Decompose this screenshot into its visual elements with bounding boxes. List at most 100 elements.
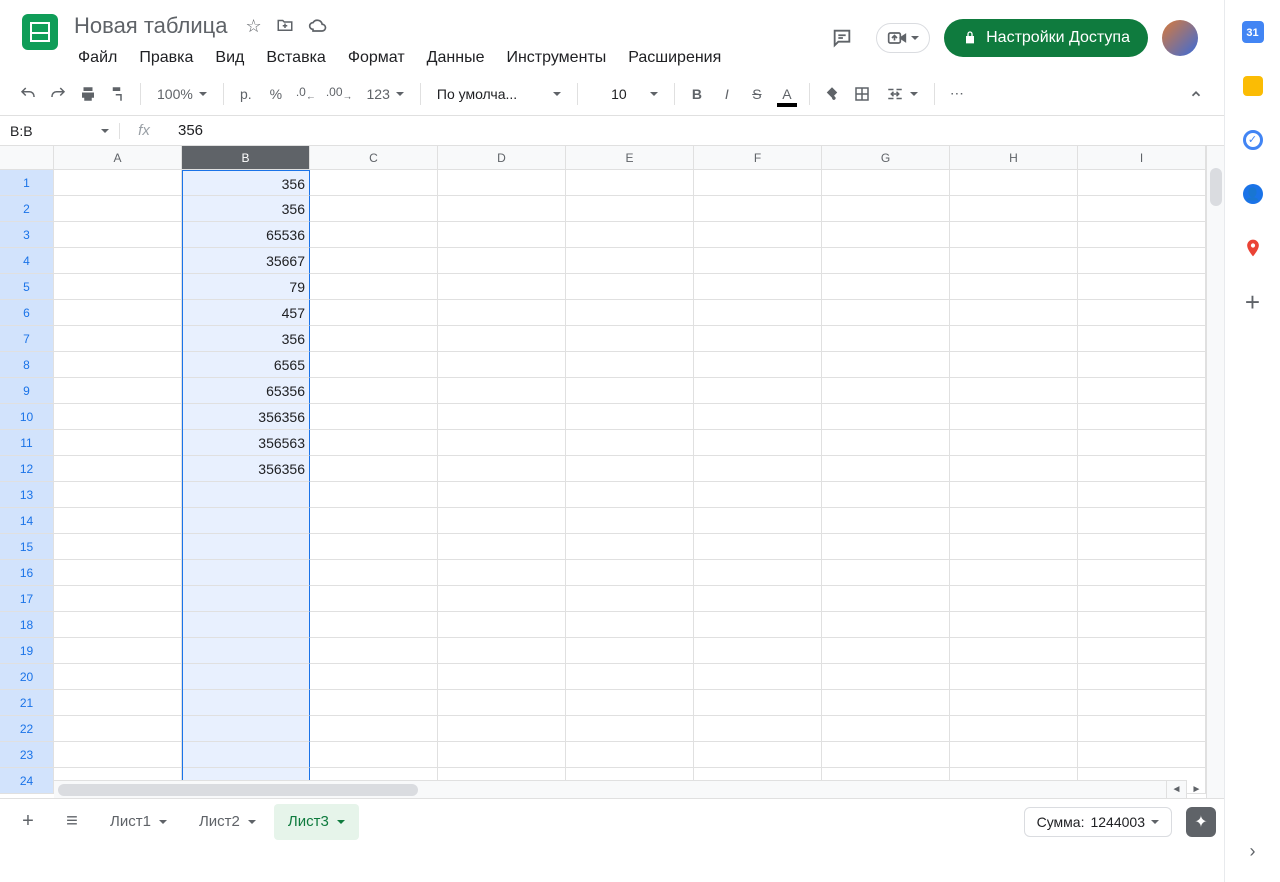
cell[interactable]: [566, 742, 694, 768]
row-header[interactable]: 4: [0, 248, 54, 274]
cell[interactable]: [566, 274, 694, 300]
cell[interactable]: [822, 170, 950, 196]
menu-insert[interactable]: Вставка: [256, 45, 335, 71]
cell[interactable]: [566, 196, 694, 222]
row-header[interactable]: 13: [0, 482, 54, 508]
cell[interactable]: [310, 690, 438, 716]
cell[interactable]: [182, 534, 310, 560]
font-size-dropdown[interactable]: 10: [586, 79, 666, 109]
all-sheets-button[interactable]: ≡: [52, 804, 92, 840]
cell[interactable]: [54, 716, 182, 742]
cell[interactable]: [310, 742, 438, 768]
cell[interactable]: [310, 378, 438, 404]
cell[interactable]: [566, 326, 694, 352]
cell[interactable]: [182, 742, 310, 768]
cell[interactable]: [54, 742, 182, 768]
cell[interactable]: [54, 612, 182, 638]
cell[interactable]: [438, 586, 566, 612]
cell[interactable]: [54, 560, 182, 586]
cell[interactable]: [950, 508, 1078, 534]
hide-side-panel-button[interactable]: ›: [1250, 841, 1256, 862]
cell[interactable]: [566, 404, 694, 430]
cell[interactable]: [950, 170, 1078, 196]
name-box[interactable]: B:B: [0, 123, 120, 139]
menu-edit[interactable]: Правка: [129, 45, 203, 71]
cell[interactable]: 356356: [182, 404, 310, 430]
cell[interactable]: [1078, 326, 1206, 352]
row-header[interactable]: 23: [0, 742, 54, 768]
share-button[interactable]: Настройки Доступа: [944, 19, 1148, 57]
cell[interactable]: [694, 586, 822, 612]
sheet-tab[interactable]: Лист1: [96, 804, 181, 840]
cell[interactable]: [1078, 716, 1206, 742]
cell[interactable]: [1078, 742, 1206, 768]
cell[interactable]: [54, 326, 182, 352]
cell[interactable]: [54, 456, 182, 482]
cell[interactable]: [950, 326, 1078, 352]
chevron-down-icon[interactable]: [159, 820, 167, 828]
merge-cells-button[interactable]: [878, 79, 926, 109]
row-header[interactable]: 1: [0, 170, 54, 196]
cell[interactable]: [950, 742, 1078, 768]
cell[interactable]: [54, 222, 182, 248]
cell[interactable]: 356: [182, 170, 310, 196]
cell[interactable]: [694, 326, 822, 352]
cell[interactable]: 79: [182, 274, 310, 300]
cell[interactable]: [950, 352, 1078, 378]
cell[interactable]: [950, 560, 1078, 586]
row-header[interactable]: 8: [0, 352, 54, 378]
cell[interactable]: [54, 378, 182, 404]
cell[interactable]: 65536: [182, 222, 310, 248]
cell[interactable]: [822, 404, 950, 430]
cell[interactable]: [438, 404, 566, 430]
redo-button[interactable]: [44, 79, 72, 109]
cell[interactable]: [310, 560, 438, 586]
cell[interactable]: [310, 664, 438, 690]
row-header[interactable]: 7: [0, 326, 54, 352]
row-header[interactable]: 9: [0, 378, 54, 404]
cell[interactable]: [694, 742, 822, 768]
cell[interactable]: [950, 222, 1078, 248]
cell[interactable]: [438, 170, 566, 196]
cell[interactable]: [54, 196, 182, 222]
paint-format-button[interactable]: [104, 79, 132, 109]
row-header[interactable]: 24: [0, 768, 54, 794]
menu-format[interactable]: Формат: [338, 45, 415, 71]
cell[interactable]: [1078, 404, 1206, 430]
cell[interactable]: [438, 508, 566, 534]
cell[interactable]: [438, 352, 566, 378]
maps-icon[interactable]: [1241, 236, 1265, 260]
cell[interactable]: [566, 638, 694, 664]
cell[interactable]: 356: [182, 196, 310, 222]
comments-button[interactable]: [822, 18, 862, 58]
cell[interactable]: [1078, 248, 1206, 274]
menu-tools[interactable]: Инструменты: [496, 45, 616, 71]
sheet-tab[interactable]: Лист3: [274, 804, 359, 840]
vertical-scrollbar[interactable]: [1206, 146, 1224, 798]
cell[interactable]: [566, 586, 694, 612]
borders-button[interactable]: [848, 79, 876, 109]
cell[interactable]: [566, 300, 694, 326]
print-button[interactable]: [74, 79, 102, 109]
cell[interactable]: [54, 170, 182, 196]
cell[interactable]: [566, 248, 694, 274]
cell[interactable]: [54, 430, 182, 456]
bold-button[interactable]: B: [683, 79, 711, 109]
cell[interactable]: [1078, 612, 1206, 638]
zoom-dropdown[interactable]: 100%: [149, 79, 215, 109]
cell[interactable]: [694, 560, 822, 586]
cell[interactable]: [1078, 560, 1206, 586]
cell[interactable]: [822, 534, 950, 560]
cell[interactable]: [566, 664, 694, 690]
cell[interactable]: [310, 716, 438, 742]
cell[interactable]: [694, 404, 822, 430]
cell[interactable]: 356563: [182, 430, 310, 456]
cell[interactable]: [438, 560, 566, 586]
cell[interactable]: [822, 274, 950, 300]
number-format-dropdown[interactable]: 123: [359, 79, 412, 109]
row-header[interactable]: 11: [0, 430, 54, 456]
cell[interactable]: [54, 300, 182, 326]
cell[interactable]: [54, 248, 182, 274]
cell[interactable]: [310, 222, 438, 248]
cell[interactable]: [950, 300, 1078, 326]
